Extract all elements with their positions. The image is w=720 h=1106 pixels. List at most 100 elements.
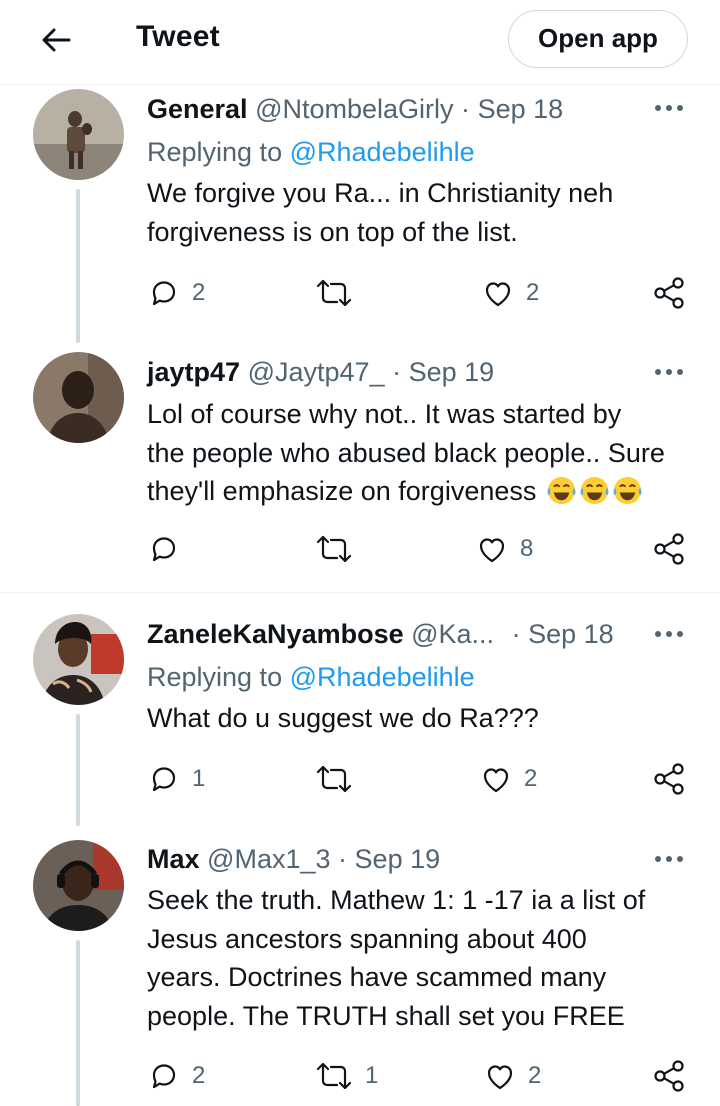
avatar[interactable] [33, 89, 124, 180]
tweet-text-line: Seek the truth. Mathew 1: 1 -17 ia a lis… [147, 885, 646, 915]
separator: · [338, 844, 348, 874]
back-arrow-icon[interactable] [38, 22, 74, 58]
tweet-text: We forgive you Ra... in Christianity neh… [147, 174, 697, 251]
retweet-icon [316, 535, 352, 563]
share-icon [654, 1060, 684, 1092]
like-button[interactable]: 2 [484, 1058, 541, 1094]
retweet-icon [316, 765, 352, 793]
like-button[interactable]: 2 [482, 275, 539, 311]
more-dots-icon[interactable] [652, 849, 686, 869]
avatar[interactable] [33, 352, 124, 443]
tears-of-joy-emoji-icon [547, 476, 576, 505]
tweet-header: jaytp47 @Jaytp47_ · Sep 19 [147, 355, 494, 389]
handle[interactable]: @Jaytp47_ [248, 357, 385, 387]
separator: · [511, 619, 521, 649]
share-button[interactable] [652, 1058, 688, 1094]
replying-to-label: Replying to [147, 137, 283, 167]
action-bar: 2 2 [0, 275, 720, 311]
top-bar: Tweet Open app [0, 0, 720, 85]
retweet-button[interactable] [315, 275, 365, 311]
replying-to: Replying to @Rhadebelihle [147, 135, 475, 169]
more-dots-icon[interactable] [652, 98, 686, 118]
share-icon [654, 533, 684, 565]
thread-line [76, 189, 80, 343]
like-count: 2 [524, 765, 538, 792]
heart-icon [483, 768, 509, 793]
timestamp[interactable]: Sep 18 [528, 619, 614, 649]
retweet-button[interactable]: 1 [315, 1058, 378, 1094]
tweet-text-line: Lol of course why not.. It was started b… [147, 399, 622, 429]
tweet-text-line: they'll emphasize on forgiveness [147, 476, 537, 506]
reply-bubble-icon [152, 767, 176, 792]
share-icon [654, 763, 684, 795]
like-count: 2 [528, 1062, 542, 1089]
tears-of-joy-emoji-icon [613, 476, 642, 505]
like-count: 8 [520, 535, 534, 562]
tweet-text: Seek the truth. Mathew 1: 1 -17 ia a lis… [147, 881, 697, 1035]
handle[interactable]: @Max1_3 [207, 844, 330, 874]
avatar[interactable] [33, 614, 124, 705]
avatar[interactable] [33, 840, 124, 931]
tweet-text: Lol of course why not.. It was started b… [147, 395, 697, 511]
tweet-text-line: the people who abused black people.. Sur… [147, 437, 665, 468]
more-dots-icon[interactable] [652, 624, 686, 644]
tweet-header: ZaneleKaNyambose @Ka... · Sep 18 [147, 617, 614, 651]
retweet-count: 1 [365, 1062, 379, 1089]
action-bar: 1 2 [0, 761, 720, 797]
reply-count: 2 [192, 279, 206, 306]
handle[interactable]: @Ka... [411, 619, 494, 649]
tweet-text-line: What do u suggest we do Ra??? [147, 703, 539, 733]
timestamp[interactable]: Sep 19 [355, 844, 441, 874]
mention-link[interactable]: @Rhadebelihle [290, 662, 475, 692]
page-title: Tweet [136, 20, 220, 53]
tweet-text-line-with-emoji: they'll emphasize on forgiveness [147, 472, 697, 511]
retweet-icon [316, 279, 352, 307]
reply-button[interactable]: 2 [148, 1058, 205, 1094]
display-name[interactable]: General [147, 94, 248, 124]
tears-of-joy-emoji-icon [580, 476, 609, 505]
action-bar: 2 1 2 [0, 1058, 720, 1094]
retweet-icon [316, 1062, 352, 1090]
reply-count: 2 [192, 1062, 206, 1089]
tweet-text-line: Jesus ancestors spanning about 400 [147, 923, 587, 954]
action-bar: 8 [0, 531, 720, 567]
reply-count: 1 [192, 765, 206, 792]
heart-icon [479, 538, 505, 563]
separator: · [392, 357, 402, 387]
tweet-text-line: years. Doctrines have scammed many [147, 962, 607, 992]
share-button[interactable] [652, 761, 688, 797]
replying-to: Replying to @Rhadebelihle [147, 660, 475, 694]
reply-bubble-icon [152, 537, 176, 562]
timestamp[interactable]: Sep 18 [478, 94, 564, 124]
tweet-header: Max @Max1_3 · Sep 19 [147, 842, 440, 876]
retweet-button[interactable] [315, 761, 365, 797]
share-button[interactable] [652, 531, 688, 567]
tweet-text-line: people. The TRUTH shall set you FREE [147, 1000, 625, 1031]
like-count: 2 [526, 279, 540, 306]
tweet-text-line: We forgive you Ra... in Christianity neh [147, 178, 614, 208]
reply-button[interactable]: 2 [148, 275, 205, 311]
reply-bubble-icon [152, 1064, 176, 1089]
replying-to-label: Replying to [147, 662, 283, 692]
handle[interactable]: @NtombelaGirly [255, 94, 453, 124]
retweet-button[interactable] [315, 531, 365, 567]
heart-icon [485, 282, 511, 307]
like-button[interactable]: 2 [480, 761, 537, 797]
reply-button[interactable]: 1 [148, 761, 205, 797]
reply-button[interactable] [148, 531, 192, 567]
display-name[interactable]: jaytp47 [147, 357, 240, 387]
timestamp[interactable]: Sep 19 [409, 357, 495, 387]
share-icon [654, 277, 684, 309]
tweet-text: What do u suggest we do Ra??? [147, 699, 697, 738]
display-name[interactable]: Max [147, 844, 200, 874]
mention-link[interactable]: @Rhadebelihle [290, 137, 475, 167]
separator: · [461, 94, 471, 124]
open-app-button[interactable]: Open app [508, 10, 688, 68]
tweet-header: General @NtombelaGirly · Sep 18 [147, 92, 563, 126]
share-button[interactable] [652, 275, 688, 311]
divider [0, 592, 720, 593]
more-dots-icon[interactable] [652, 362, 686, 382]
display-name[interactable]: ZaneleKaNyambose [147, 619, 404, 649]
tweet-text-line: forgiveness is on top of the list. [147, 216, 518, 247]
like-button[interactable]: 8 [476, 531, 533, 567]
